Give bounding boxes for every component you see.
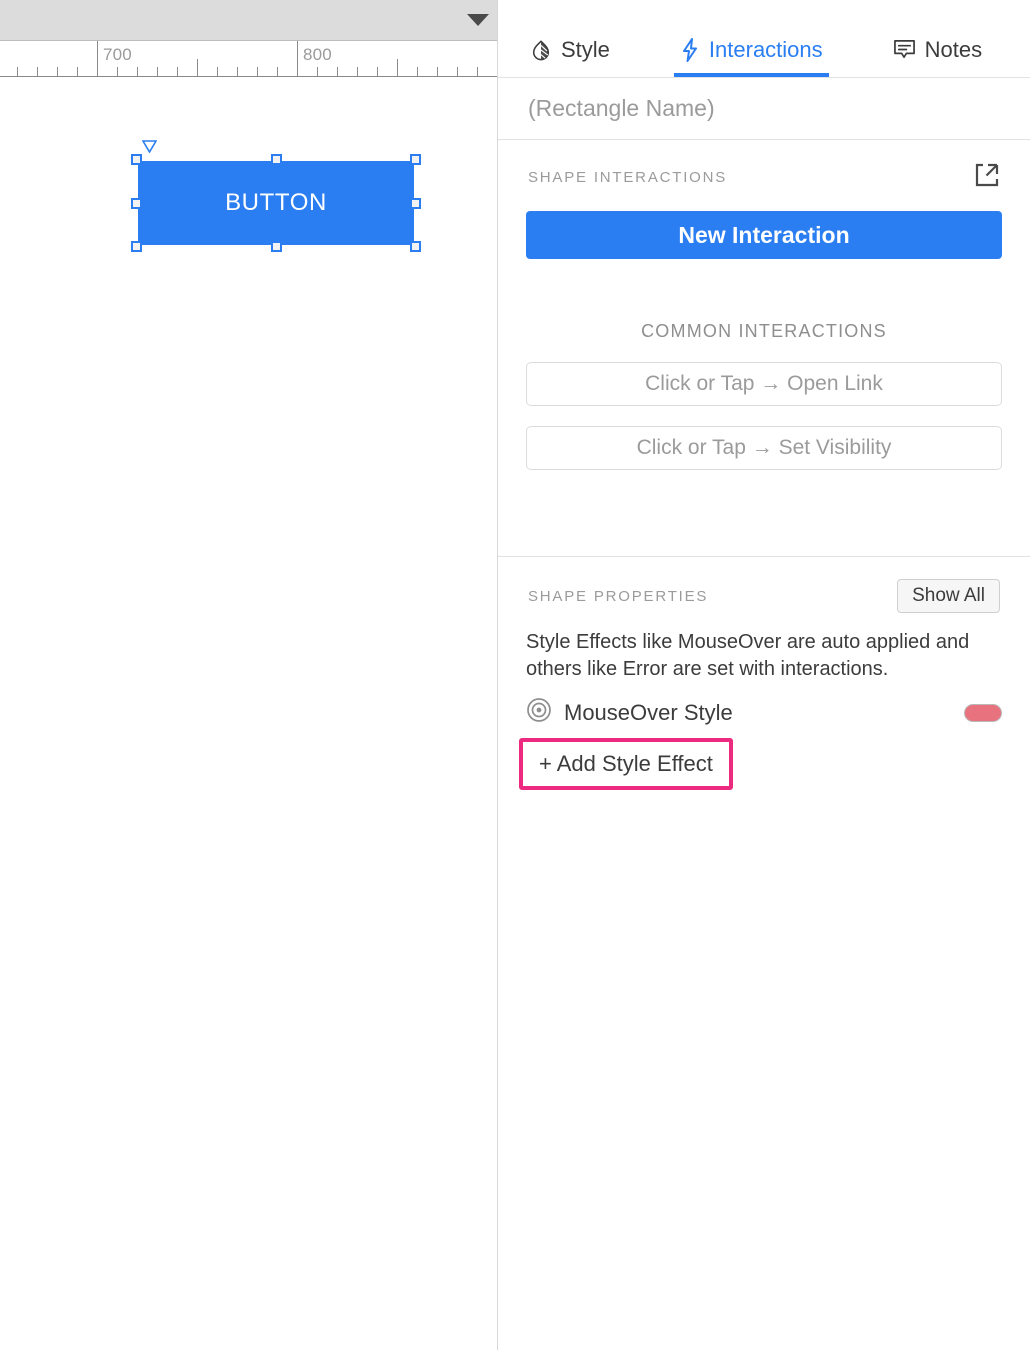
resize-handle-sw[interactable] xyxy=(131,241,142,252)
ruler-tick xyxy=(397,59,398,76)
resize-handle-nw[interactable] xyxy=(131,154,142,165)
resize-handle-s[interactable] xyxy=(271,241,282,252)
target-icon xyxy=(526,697,552,728)
canvas-toolbar-strip xyxy=(0,0,497,41)
ruler-tick xyxy=(357,67,358,76)
ruler-tick xyxy=(337,67,338,76)
ruler-tick xyxy=(437,67,438,76)
external-link-icon[interactable] xyxy=(974,162,1000,193)
shape-properties-header: SHAPE PROPERTIES Show All xyxy=(498,557,1030,613)
canvas-area[interactable]: 700 800 BUTTON xyxy=(0,0,497,1350)
selected-shape[interactable]: BUTTON xyxy=(131,140,421,252)
common-interaction-set-visibility[interactable]: Click or Tap → Set Visibility xyxy=(526,426,1002,470)
tab-style[interactable]: Style xyxy=(524,37,616,77)
shape-properties-title: SHAPE PROPERTIES xyxy=(528,587,709,605)
show-all-button[interactable]: Show All xyxy=(897,579,1000,613)
ruler-tick xyxy=(477,67,478,76)
ruler-tick xyxy=(197,59,198,76)
tab-interactions[interactable]: Interactions xyxy=(673,37,829,77)
ruler-tick xyxy=(317,67,318,76)
ruler-tick xyxy=(37,67,38,76)
ruler-tick xyxy=(137,67,138,76)
new-interaction-button[interactable]: New Interaction xyxy=(526,211,1002,259)
horizontal-ruler: 700 800 xyxy=(0,41,497,77)
comment-bubble-icon xyxy=(893,39,916,61)
ruler-tick xyxy=(237,67,238,76)
resize-handle-se[interactable] xyxy=(410,241,421,252)
mouseover-style-row[interactable]: MouseOver Style xyxy=(498,683,1030,728)
resize-handle-n[interactable] xyxy=(271,154,282,165)
ruler-tick xyxy=(417,67,418,76)
mouseover-style-label: MouseOver Style xyxy=(564,699,733,725)
tab-interactions-label: Interactions xyxy=(708,37,823,62)
tab-style-label: Style xyxy=(561,37,610,62)
tab-notes[interactable]: Notes xyxy=(887,37,988,77)
ruler-tick xyxy=(17,67,18,76)
leaf-contrast-icon xyxy=(530,39,552,61)
ruler-label: 800 xyxy=(303,45,332,64)
ruler-tick xyxy=(457,67,458,76)
shape-interactions-header: SHAPE INTERACTIONS xyxy=(498,140,1030,193)
tab-notes-label: Notes xyxy=(924,37,983,62)
mouseover-style-swatch[interactable] xyxy=(964,703,1002,722)
ruler-tick xyxy=(97,41,98,76)
ruler-label: 700 xyxy=(103,45,132,64)
button-shape[interactable]: BUTTON xyxy=(138,161,414,245)
ruler-tick xyxy=(57,67,58,76)
ruler-tick xyxy=(177,67,178,76)
ruler-tick xyxy=(257,67,258,76)
add-style-effect-button[interactable]: + Add Style Effect xyxy=(519,738,733,790)
ruler-tick xyxy=(297,41,298,76)
resize-handle-ne[interactable] xyxy=(410,154,421,165)
properties-panel: Style Interactions Notes (Rectangle Name… xyxy=(497,0,1030,1350)
resize-handle-w[interactable] xyxy=(131,198,142,209)
chevron-down-icon[interactable] xyxy=(467,14,489,26)
ruler-tick xyxy=(377,67,378,76)
rotate-handle-icon[interactable] xyxy=(141,140,158,154)
ruler-tick xyxy=(157,67,158,76)
resize-handle-e[interactable] xyxy=(410,198,421,209)
ruler-tick xyxy=(117,67,118,76)
common-interaction-open-link[interactable]: Click or Tap → Open Link xyxy=(526,362,1002,406)
ruler-tick xyxy=(217,67,218,76)
shape-name-placeholder: (Rectangle Name) xyxy=(528,95,715,121)
panel-tab-bar: Style Interactions Notes xyxy=(498,0,1030,78)
shape-name-input[interactable]: (Rectangle Name) xyxy=(498,78,1030,140)
ruler-tick xyxy=(77,67,78,76)
lightning-bolt-icon xyxy=(680,38,700,62)
button-shape-label: BUTTON xyxy=(225,189,327,216)
common-interactions-title: COMMON INTERACTIONS xyxy=(641,321,887,341)
ruler-tick xyxy=(277,67,278,76)
shape-interactions-title: SHAPE INTERACTIONS xyxy=(528,169,728,186)
shape-properties-description: Style Effects like MouseOver are auto ap… xyxy=(526,631,970,680)
